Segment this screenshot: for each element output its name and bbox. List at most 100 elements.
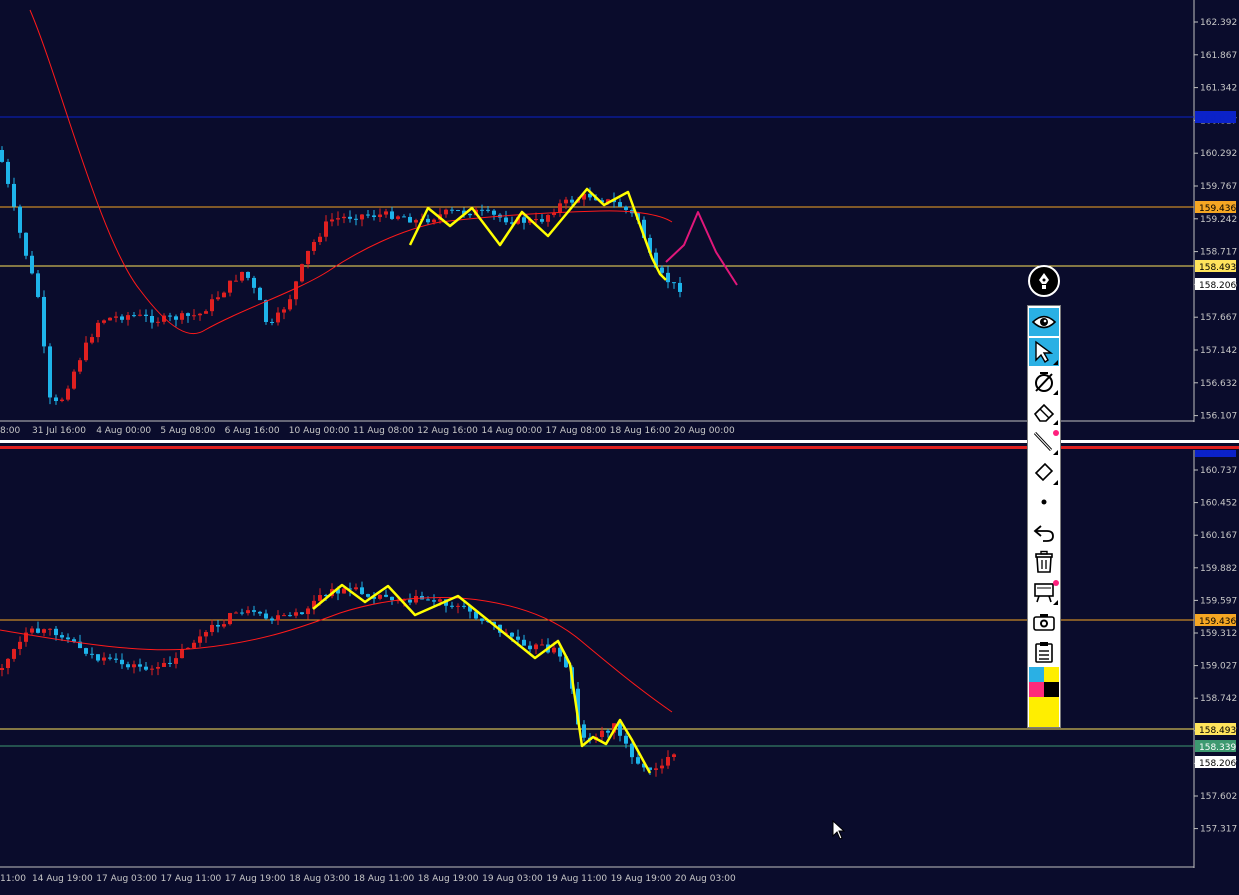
time-axis-bottom: 11:00 14 Aug 19:00 17 Aug 03:00 17 Aug 11:0…	[0, 874, 736, 884]
candle-body	[534, 219, 538, 221]
candle-body	[144, 666, 148, 670]
candle-body	[384, 594, 388, 597]
candle-body	[264, 613, 268, 619]
candle-body	[660, 765, 664, 769]
candle-body	[258, 611, 262, 614]
candle-body	[246, 271, 250, 278]
highlighter-tool-button[interactable]	[1029, 458, 1059, 486]
candle-body	[216, 624, 220, 627]
candle-body	[306, 608, 310, 615]
candles-top	[0, 146, 682, 405]
candle-body	[18, 206, 22, 233]
candle-body	[156, 321, 160, 323]
candle-body	[138, 664, 142, 667]
candle-body	[240, 612, 244, 614]
candle-body	[384, 211, 388, 215]
candle-body	[378, 214, 382, 218]
price-tick-label: 157.602	[1200, 792, 1237, 802]
candle-body	[432, 219, 436, 223]
candle-body	[390, 596, 394, 601]
candle-body	[228, 613, 232, 625]
time-tick-label: 5 Aug 08:00	[160, 426, 215, 436]
time-tick-label: 20 Aug 03:00	[675, 874, 736, 884]
time-tick-label: 12 Aug 16:00	[417, 426, 478, 436]
candle-body	[60, 399, 64, 402]
candle-body	[132, 664, 136, 668]
moving-average-bottom	[0, 597, 673, 713]
time-tick-label: 17 Aug 08:00	[546, 426, 607, 436]
candle-body	[534, 644, 538, 650]
candle-body	[348, 216, 352, 219]
time-tick-label: 11:00	[0, 874, 26, 884]
color-palette	[1029, 667, 1059, 727]
candle-body	[528, 645, 532, 650]
candle-body	[324, 221, 328, 237]
clipboard-button[interactable]	[1029, 638, 1059, 666]
candle-body	[252, 610, 256, 612]
candle-body	[570, 199, 574, 203]
candle-body	[546, 215, 550, 222]
time-tick-label: 18 Aug 16:00	[610, 426, 671, 436]
price-tick-label: 156.107	[1200, 412, 1237, 422]
candle-body	[216, 297, 220, 300]
color-swatch-yellow[interactable]	[1044, 667, 1059, 682]
eraser-tool-button[interactable]	[1029, 398, 1059, 426]
eye-icon	[1031, 315, 1057, 329]
candle-body	[0, 668, 4, 670]
time-tick-label: 19 Aug 03:00	[482, 874, 543, 884]
candle-body	[222, 292, 226, 298]
candle-body	[192, 642, 196, 648]
color-swatch-blue[interactable]	[1029, 667, 1044, 682]
price-axis-bottom: 160.737 160.452 160.167 159.882 159.597 159.3…	[1194, 466, 1237, 835]
candle-body	[54, 628, 58, 636]
candle-body	[462, 605, 466, 607]
price-tick-label: 162.392	[1200, 18, 1237, 28]
time-tick-label: 17 Aug 11:00	[161, 874, 222, 884]
candle-body	[288, 299, 292, 310]
candle-body	[510, 632, 514, 637]
candle-body	[150, 315, 154, 323]
candle-body	[12, 183, 16, 207]
candle-body	[120, 316, 124, 320]
price-tick-label: 158.717	[1200, 248, 1237, 258]
candle-body	[558, 203, 562, 213]
price-tick-label: 161.342	[1200, 84, 1237, 94]
pen-size-button[interactable]	[1029, 488, 1059, 516]
disable-drawing-button[interactable]	[1029, 368, 1059, 396]
candle-body	[540, 644, 544, 646]
time-tick-label: 6 Aug 16:00	[225, 426, 280, 436]
candle-body	[30, 628, 34, 633]
candle-body	[636, 757, 640, 764]
delete-all-button[interactable]	[1029, 548, 1059, 576]
toggle-visibility-button[interactable]	[1029, 308, 1059, 336]
price-marker-blue-label: 160.817	[1199, 114, 1236, 124]
board-mode-button[interactable]	[1029, 578, 1059, 606]
candle-body	[174, 316, 178, 320]
price-tick-label: 160.737	[1200, 466, 1237, 476]
candle-body	[144, 314, 148, 316]
current-color-swatch[interactable]	[1029, 697, 1059, 727]
time-tick-label: 17 Aug 19:00	[225, 874, 286, 884]
candle-body	[480, 618, 484, 621]
price-tick-label: 159.767	[1200, 182, 1237, 192]
price-marker-yellow-label: 158.493	[1199, 263, 1236, 273]
price-marker-white-label: 158.206	[1199, 281, 1236, 291]
pen-tool-toggle-button[interactable]	[1028, 265, 1060, 297]
pen-line-tool-button[interactable]	[1029, 428, 1059, 456]
time-tick-label: 19 Aug 19:00	[611, 874, 672, 884]
candle-body	[360, 214, 364, 220]
price-tick-label: 159.027	[1200, 662, 1237, 672]
color-swatch-pink[interactable]	[1029, 682, 1044, 697]
candle-body	[300, 264, 304, 282]
candle-body	[228, 280, 232, 293]
undo-button[interactable]	[1029, 518, 1059, 546]
price-marker-blue: 161.022	[1195, 446, 1236, 458]
color-swatch-black[interactable]	[1044, 682, 1059, 697]
mouse-cursor-icon	[832, 820, 846, 840]
time-tick-label: 11 Aug 08:00	[353, 426, 414, 436]
price-marker-white: 158.206	[1195, 278, 1236, 291]
drawing-toolbar	[1027, 305, 1061, 728]
select-pointer-button[interactable]	[1029, 338, 1059, 366]
candle-body	[486, 209, 490, 211]
screenshot-button[interactable]	[1029, 608, 1059, 636]
